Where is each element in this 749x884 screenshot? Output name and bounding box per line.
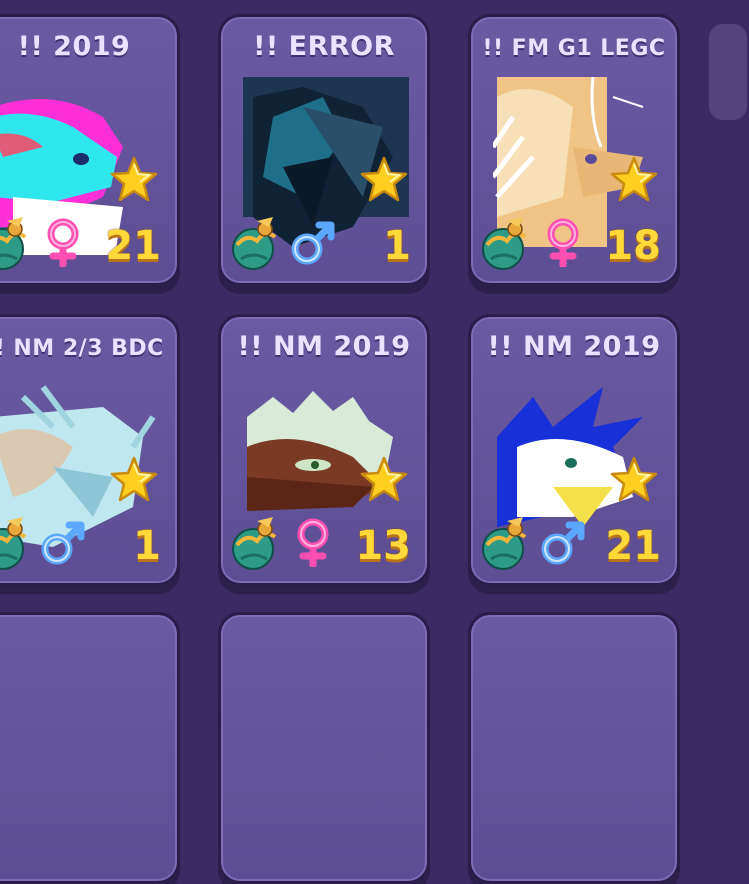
- dragon-name: !! ERROR: [253, 31, 395, 62]
- star-icon: [109, 155, 159, 205]
- dragon-name: !! 2019: [17, 31, 131, 62]
- dragon-egg-icon: [227, 515, 281, 571]
- dragon-level: 21: [105, 223, 161, 269]
- male-symbol-icon: [289, 217, 337, 267]
- dragon-level: 1: [383, 223, 411, 269]
- dragon-name: !! NM 2019: [487, 331, 661, 362]
- dragon-egg-icon: [477, 215, 531, 271]
- dragon-card[interactable]: !! NM 2/3 BDC 1: [0, 314, 180, 586]
- dragon-card[interactable]: !! 2019 21: [0, 14, 180, 286]
- dragon-card[interactable]: !! ERROR 1: [218, 14, 430, 286]
- scrollbar-thumb[interactable]: [709, 24, 747, 120]
- dragon-level: 13: [355, 523, 411, 569]
- dragon-card[interactable]: [0, 612, 180, 884]
- star-icon: [609, 455, 659, 505]
- dragon-card[interactable]: [468, 612, 680, 884]
- male-symbol-icon: [539, 517, 587, 567]
- dragon-level: 21: [605, 523, 661, 569]
- star-icon: [109, 455, 159, 505]
- dragon-name: !! NM 2/3 BDC: [0, 336, 164, 361]
- dragon-name: !! NM 2019: [237, 331, 411, 362]
- dragon-card[interactable]: !! NM 2019 13: [218, 314, 430, 586]
- dragon-egg-icon: [227, 215, 281, 271]
- star-icon: [359, 155, 409, 205]
- dragon-name: !! FM G1 LEGC: [482, 36, 666, 61]
- female-symbol-icon: [39, 217, 87, 267]
- dragon-level: 1: [133, 523, 161, 569]
- dragon-card[interactable]: !! FM G1 LEGC 18: [468, 14, 680, 286]
- dragon-egg-icon: [0, 515, 31, 571]
- dragon-card[interactable]: !! NM 2019 21: [468, 314, 680, 586]
- male-symbol-icon: [39, 517, 87, 567]
- dragon-egg-icon: [0, 215, 31, 271]
- star-icon: [609, 155, 659, 205]
- female-symbol-icon: [289, 517, 337, 567]
- dragon-egg-icon: [477, 515, 531, 571]
- dragon-level: 18: [605, 223, 661, 269]
- female-symbol-icon: [539, 217, 587, 267]
- dragon-card[interactable]: [218, 612, 430, 884]
- star-icon: [359, 455, 409, 505]
